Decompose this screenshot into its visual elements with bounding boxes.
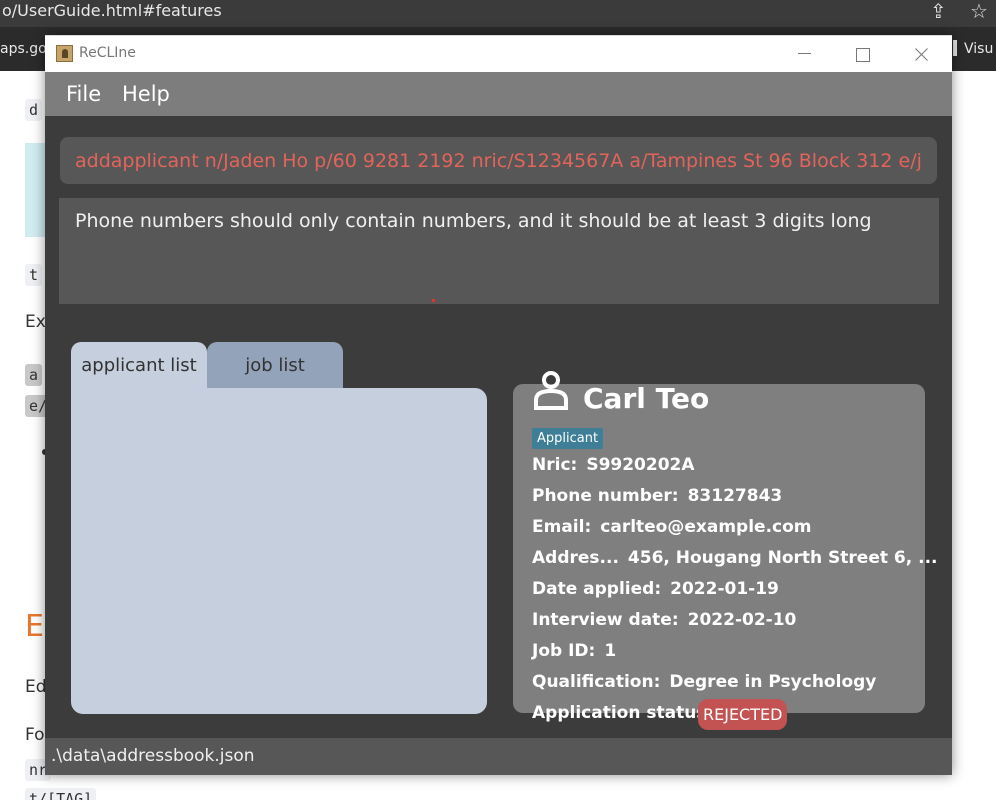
tab-label: job list — [245, 355, 305, 376]
doc-text-fragment: Ex — [25, 312, 46, 332]
result-display: Phone numbers should only contain number… — [59, 198, 939, 304]
field-label: Email: — [532, 517, 592, 537]
field-label: Application status: — [532, 703, 714, 723]
field-job-id: Job ID: 1 — [532, 641, 616, 661]
close-icon[interactable] — [901, 40, 941, 68]
field-phone: Phone number: 83127843 — [532, 486, 782, 506]
doc-code-fragment: d — [25, 99, 43, 121]
doc-text-fragment: Fo — [25, 725, 45, 745]
bookmark-item[interactable]: aps.go — [0, 41, 47, 57]
field-value: S9920202A — [586, 455, 695, 475]
doc-code-fragment: t — [25, 264, 43, 286]
field-label: Date applied: — [532, 579, 662, 599]
app-window: ReCLIne File Help Phone numbers should o… — [45, 35, 952, 775]
applicant-detail-card: Carl Teo Applicant Nric: S9920202A Phone … — [513, 371, 937, 730]
applicant-list-panel[interactable] — [71, 388, 487, 714]
status-badge: REJECTED — [698, 699, 788, 730]
tab-applicant-list[interactable]: applicant list — [71, 342, 207, 389]
field-value: 456, Hougang North Street 6, ... — [627, 548, 938, 568]
doc-code-fragment: a — [25, 364, 43, 386]
menu-help[interactable]: Help — [122, 82, 170, 106]
field-label: Addres... — [532, 548, 619, 568]
menu-bar: File Help — [45, 72, 952, 116]
field-label: Nric: — [532, 455, 578, 475]
star-icon[interactable]: ☆ — [970, 0, 988, 22]
field-label: Job ID: — [532, 641, 596, 661]
browser-address-bar[interactable]: o/UserGuide.html#features ⇪ ☆ — [0, 0, 996, 27]
field-value: 83127843 — [687, 486, 783, 506]
minimize-icon[interactable] — [785, 40, 825, 68]
field-value: carlteo@example.com — [600, 517, 812, 537]
field-application-status: Application status: — [532, 703, 722, 723]
maximize-icon[interactable] — [843, 40, 883, 68]
bookmark-icon — [953, 40, 957, 56]
caret-marker — [432, 299, 435, 302]
field-interview-date: Interview date: 2022-02-10 — [532, 610, 796, 630]
app-logo-icon — [56, 45, 73, 62]
field-date-applied: Date applied: 2022-01-19 — [532, 579, 779, 599]
doc-text-fragment: Ed — [25, 677, 47, 697]
field-nric: Nric: S9920202A — [532, 455, 695, 475]
bookmark-item[interactable]: Visu — [964, 41, 993, 57]
menu-file[interactable]: File — [66, 82, 101, 106]
data-file-path: .\data\addressbook.json — [51, 746, 255, 766]
field-label: Interview date: — [532, 610, 679, 630]
doc-heading: E — [25, 609, 44, 644]
applicant-name: Carl Teo — [583, 382, 710, 415]
result-message: Phone numbers should only contain number… — [75, 210, 872, 232]
field-address: Addres... 456, Hougang North Street 6, ..… — [532, 548, 937, 568]
field-value: 1 — [604, 641, 617, 661]
title-bar[interactable]: ReCLIne — [45, 35, 952, 72]
window-title: ReCLIne — [79, 45, 136, 61]
browser-url-text: o/UserGuide.html#features — [2, 1, 222, 20]
command-input[interactable] — [60, 137, 937, 184]
tab-label: applicant list — [81, 355, 197, 376]
applicant-tag: Applicant — [532, 428, 604, 449]
field-email: Email: carlteo@example.com — [532, 517, 812, 537]
doc-code-fragment: t/[TAG] — [25, 788, 97, 800]
person-icon — [534, 371, 568, 410]
tab-job-list[interactable]: job list — [207, 342, 343, 389]
field-label: Qualification: — [532, 672, 661, 692]
share-icon[interactable]: ⇪ — [930, 0, 947, 22]
field-label: Phone number: — [532, 486, 679, 506]
field-value: 2022-02-10 — [687, 610, 797, 630]
field-value: 2022-01-19 — [670, 579, 779, 599]
status-bar: .\data\addressbook.json — [45, 738, 952, 775]
field-value: Degree in Psychology — [669, 672, 877, 692]
field-qualification: Qualification: Degree in Psychology — [532, 672, 876, 692]
